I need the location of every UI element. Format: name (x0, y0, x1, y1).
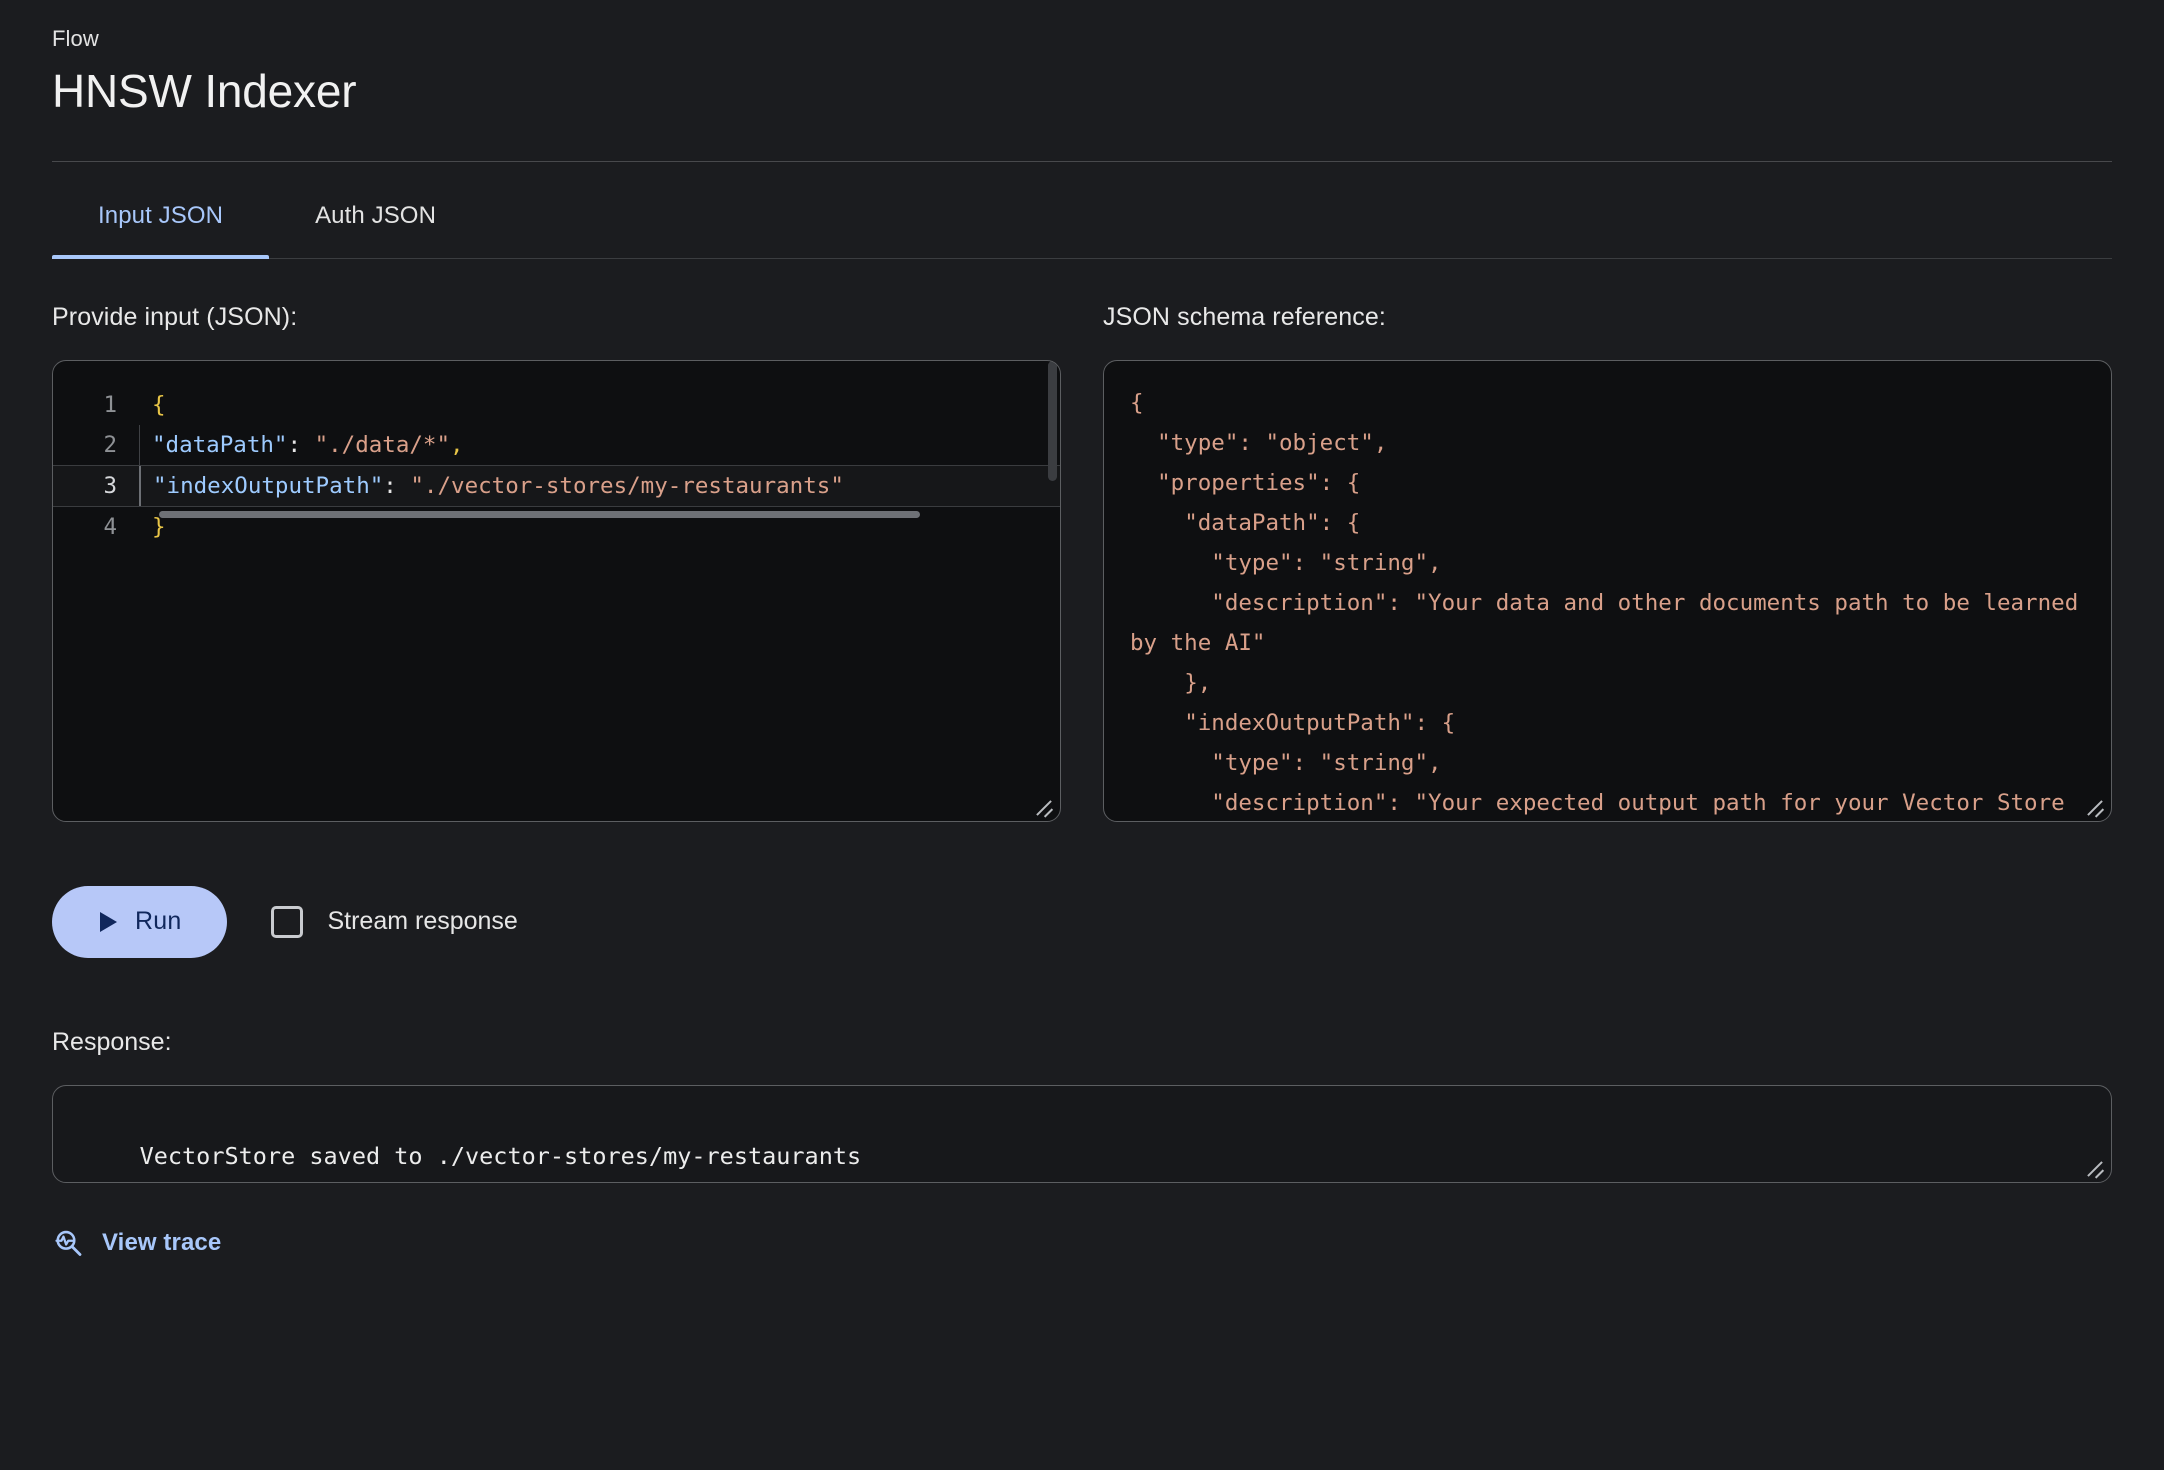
code-line-1-text: { (140, 385, 166, 425)
response-output[interactable]: VectorStore saved to ./vector-stores/my-… (52, 1085, 2112, 1183)
editor-horizontal-scroll-thumb[interactable] (159, 511, 920, 518)
input-column: Provide input (JSON): 1 { 2 "dataPath": … (52, 303, 1061, 822)
code-line-2: 2 "dataPath": "./data/*", (53, 425, 1060, 465)
tab-bar: Input JSON Auth JSON (52, 162, 2112, 259)
token-key-datapath: "dataPath" (152, 432, 287, 458)
schema-resize-handle[interactable] (2083, 793, 2105, 815)
code-line-1: 1 { (53, 385, 1060, 425)
json-schema-reference: { "type": "object", "properties": { "dat… (1103, 360, 2112, 822)
tab-auth-json[interactable]: Auth JSON (269, 162, 482, 258)
line-number-3: 3 (53, 466, 139, 506)
response-resize-handle[interactable] (2083, 1154, 2105, 1176)
page-title: HNSW Indexer (52, 66, 2112, 117)
editor-horizontal-scrollbar[interactable] (159, 511, 1044, 518)
token-colon: : (287, 432, 301, 458)
flow-runner-page: Flow HNSW Indexer Input JSON Auth JSON P… (0, 0, 2164, 1470)
run-button[interactable]: Run (52, 886, 227, 958)
token-value-datapath: "./data/*" (315, 432, 450, 458)
response-label: Response: (52, 1028, 2112, 1057)
breadcrumb: Flow (52, 26, 2112, 52)
stream-response-label: Stream response (327, 907, 517, 936)
token-key-indexoutputpath: "indexOutputPath" (153, 473, 383, 499)
response-text: VectorStore saved to ./vector-stores/my-… (140, 1142, 862, 1170)
view-trace-label: View trace (102, 1229, 221, 1257)
editor-vertical-scroll-thumb[interactable] (1048, 361, 1057, 481)
token-brace-open: { (152, 392, 166, 418)
controls-row: Run Stream response (52, 886, 2112, 958)
schema-content: { "type": "object", "properties": { "dat… (1130, 383, 2085, 822)
view-trace-link[interactable]: View trace (52, 1227, 221, 1259)
code-line-2-text: "dataPath": "./data/*", (140, 425, 464, 465)
code-line-3: 3 "indexOutputPath": "./vector-stores/my… (53, 465, 1060, 507)
line-number-4: 4 (53, 507, 139, 547)
input-label: Provide input (JSON): (52, 303, 1061, 332)
line-number-1: 1 (53, 385, 139, 425)
editor-columns: Provide input (JSON): 1 { 2 "dataPath": … (52, 303, 2112, 822)
tab-input-json-label: Input JSON (98, 202, 223, 229)
stream-response-checkbox[interactable] (271, 906, 303, 938)
tab-input-json[interactable]: Input JSON (52, 162, 269, 258)
troubleshoot-icon (52, 1227, 84, 1259)
schema-column: JSON schema reference: { "type": "object… (1103, 303, 2112, 822)
token-comma: , (450, 432, 464, 458)
run-button-label: Run (135, 907, 181, 936)
stream-response-toggle[interactable]: Stream response (271, 906, 517, 938)
token-colon: : (383, 473, 397, 499)
schema-label: JSON schema reference: (1103, 303, 2112, 332)
code-line-3-text: "indexOutputPath": "./vector-stores/my-r… (141, 466, 844, 506)
token-value-indexoutputpath: "./vector-stores/my-restaurants" (410, 473, 843, 499)
editor-vertical-scrollbar[interactable] (1044, 361, 1060, 821)
line-number-2: 2 (53, 425, 139, 465)
input-editor-inner: 1 { 2 "dataPath": "./data/*", 3 "indexOu… (53, 361, 1060, 821)
page-header: Flow HNSW Indexer (52, 26, 2112, 162)
tab-auth-json-label: Auth JSON (315, 202, 436, 229)
play-icon (100, 912, 117, 932)
input-json-editor[interactable]: 1 { 2 "dataPath": "./data/*", 3 "indexOu… (52, 360, 1061, 822)
